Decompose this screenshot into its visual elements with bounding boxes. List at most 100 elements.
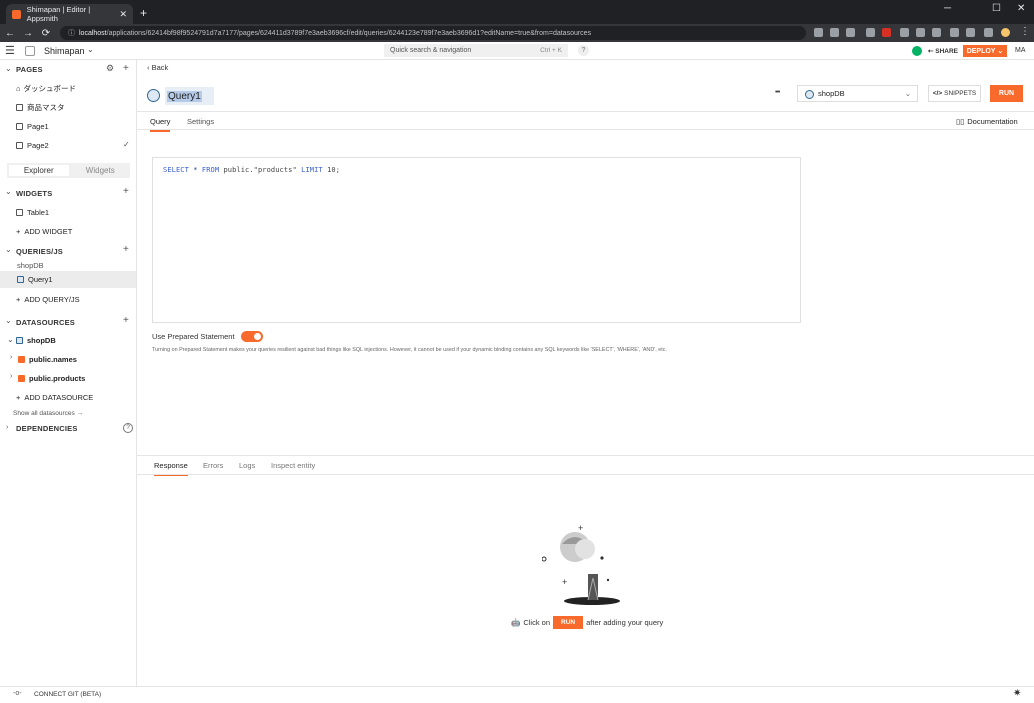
git-icon: -o-	[13, 690, 22, 697]
page-label: Page2	[27, 141, 49, 150]
dependencies-section-title[interactable]: DEPENDENCIES	[16, 424, 78, 433]
bug-icon[interactable]: ✷	[1013, 688, 1021, 699]
tab-logs[interactable]: Logs	[239, 461, 255, 470]
extension-icon[interactable]	[916, 28, 925, 37]
add-datasource-icon[interactable]: +	[123, 315, 129, 326]
add-datasource-button[interactable]: + ADD DATASOURCE	[16, 393, 93, 402]
browser-tab[interactable]: Shimapan | Editor | Appsmith ✕	[6, 4, 133, 24]
widget-item[interactable]: Table1	[16, 208, 49, 217]
tab-inspect-entity[interactable]: Inspect entity	[271, 461, 315, 470]
add-query-icon[interactable]: +	[123, 244, 129, 255]
page-item[interactable]: 商品マスタ	[16, 102, 65, 113]
add-page-icon[interactable]: +	[123, 63, 129, 74]
minimize-icon[interactable]: ─	[944, 3, 951, 14]
widgets-tab[interactable]: Widgets	[71, 163, 131, 178]
share-button[interactable]: ⇠ SHARE	[928, 47, 958, 55]
add-widget-button[interactable]: + ADD WIDGET	[16, 227, 72, 236]
sql-code-editor[interactable]: SELECT * FROM public."products" LIMIT 10…	[152, 157, 801, 323]
extension-icon[interactable]	[866, 28, 875, 37]
more-options-icon[interactable]: •••	[775, 89, 780, 96]
datasource-select[interactable]: shopDB ⌄	[797, 85, 918, 102]
add-widget-label: ADD WIDGET	[24, 227, 73, 236]
tab-settings[interactable]: Settings	[187, 117, 214, 126]
datasource-item[interactable]: shopDB	[16, 336, 56, 345]
tab-close-icon[interactable]: ✕	[119, 9, 127, 20]
extension-icon[interactable]	[882, 28, 891, 37]
query-editor: ‹ Back Query1 ••• shopDB ⌄ </> SNIPPETS R…	[137, 60, 1034, 686]
hamburger-icon[interactable]: ☰	[5, 44, 15, 57]
app-name[interactable]: Shimapan	[44, 46, 85, 56]
chevron-right-icon[interactable]: ›	[10, 354, 12, 361]
svg-text:+: +	[578, 523, 583, 533]
datasources-section-title[interactable]: DATASOURCES	[16, 318, 75, 327]
table-item[interactable]: public.names	[18, 355, 77, 364]
connect-git-button[interactable]: CONNECT GIT (BETA)	[34, 691, 101, 698]
profile-icon[interactable]	[1001, 28, 1010, 37]
run-button[interactable]: RUN	[990, 85, 1023, 102]
documentation-link[interactable]: ▯▯ Documentation	[956, 117, 1018, 126]
search-input[interactable]: Quick search & navigation Ctrl + K	[384, 44, 568, 57]
maximize-icon[interactable]: ☐	[992, 3, 1001, 14]
url-path: /applications/62414bf98f9524791d7a7177/p…	[106, 29, 592, 37]
query-item[interactable]: Query1	[17, 275, 53, 284]
inline-run-button[interactable]: RUN	[553, 616, 584, 629]
widgets-section-title[interactable]: WIDGETS	[16, 189, 52, 198]
puzzle-icon[interactable]	[966, 28, 975, 37]
chevron-down-icon[interactable]: ⌄	[5, 64, 12, 73]
chevron-down-icon[interactable]: ⌄	[5, 245, 12, 254]
deploy-button[interactable]: DEPLOY ⌄	[963, 45, 1007, 57]
help-icon[interactable]: ?	[123, 423, 133, 433]
sql-keyword: FROM	[201, 166, 220, 174]
extension-icon[interactable]	[830, 28, 839, 37]
extension-icon[interactable]	[932, 28, 941, 37]
extension-icon[interactable]	[950, 28, 959, 37]
sidepanel-icon[interactable]	[984, 28, 993, 37]
menu-dots-icon[interactable]: ⋮	[1020, 26, 1030, 37]
extension-icon[interactable]	[900, 28, 909, 37]
share-label: SHARE	[935, 48, 959, 55]
avatar[interactable]: MA	[1015, 47, 1026, 54]
address-bar[interactable]: ⓘ localhost /applications/62414bf98f9524…	[60, 26, 806, 40]
snippets-button[interactable]: </> SNIPPETS	[928, 85, 981, 102]
table-item[interactable]: public.products	[18, 374, 85, 383]
chevron-right-icon[interactable]: ›	[6, 424, 8, 431]
close-window-icon[interactable]: ✕	[1017, 3, 1025, 14]
help-button[interactable]: ?	[578, 45, 589, 56]
postgres-icon	[17, 276, 24, 283]
extension-icon[interactable]	[846, 28, 855, 37]
run-hint: 🤖 Click on RUN after adding your query	[511, 616, 663, 629]
chevron-right-icon[interactable]: ›	[10, 373, 12, 380]
book-icon: ▯▯	[956, 117, 965, 126]
run-illustration-icon: + +	[542, 523, 620, 605]
chevron-down-icon[interactable]: ⌄	[5, 316, 12, 325]
chevron-down-icon[interactable]: ⌄	[7, 335, 14, 344]
sql-token: *	[193, 166, 198, 174]
page-item[interactable]: Page2	[16, 141, 49, 150]
tab-errors[interactable]: Errors	[203, 461, 223, 470]
query-name-input[interactable]: Query1	[165, 87, 214, 105]
response-pane-divider[interactable]	[137, 455, 1034, 456]
sql-number: 10;	[327, 166, 341, 174]
postgres-icon	[805, 90, 814, 99]
prepared-statement-toggle[interactable]	[241, 331, 263, 342]
add-query-button[interactable]: + ADD QUERY/JS	[16, 295, 80, 304]
chevron-down-icon[interactable]: ⌄	[87, 45, 94, 54]
forward-arrow-icon[interactable]: →	[20, 28, 36, 39]
page-item[interactable]: ⌂ ダッシュボード	[16, 83, 76, 94]
plus-icon: +	[16, 227, 21, 236]
pages-section-title[interactable]: PAGES	[16, 65, 43, 74]
explorer-tab[interactable]: Explorer	[9, 165, 69, 176]
chevron-left-icon: ‹	[147, 63, 150, 72]
entity-explorer: ⌄ PAGES ⚙ + ⌂ ダッシュボード 商品マスタ Page1 Page2 ✓…	[0, 60, 137, 686]
back-link[interactable]: ‹ Back	[147, 63, 168, 72]
show-all-datasources-link[interactable]: Show all datasources →	[13, 410, 83, 417]
add-widget-icon[interactable]: +	[123, 186, 129, 197]
new-tab-button[interactable]: +	[140, 6, 147, 20]
extension-icon[interactable]	[814, 28, 823, 37]
back-arrow-icon[interactable]: ←	[2, 28, 18, 39]
queries-section-title[interactable]: QUERIES/JS	[16, 247, 63, 256]
settings-icon[interactable]: ⚙	[106, 63, 114, 74]
reload-icon[interactable]: ⟳	[38, 28, 54, 39]
page-item[interactable]: Page1	[16, 122, 49, 131]
chevron-down-icon[interactable]: ⌄	[5, 187, 12, 196]
